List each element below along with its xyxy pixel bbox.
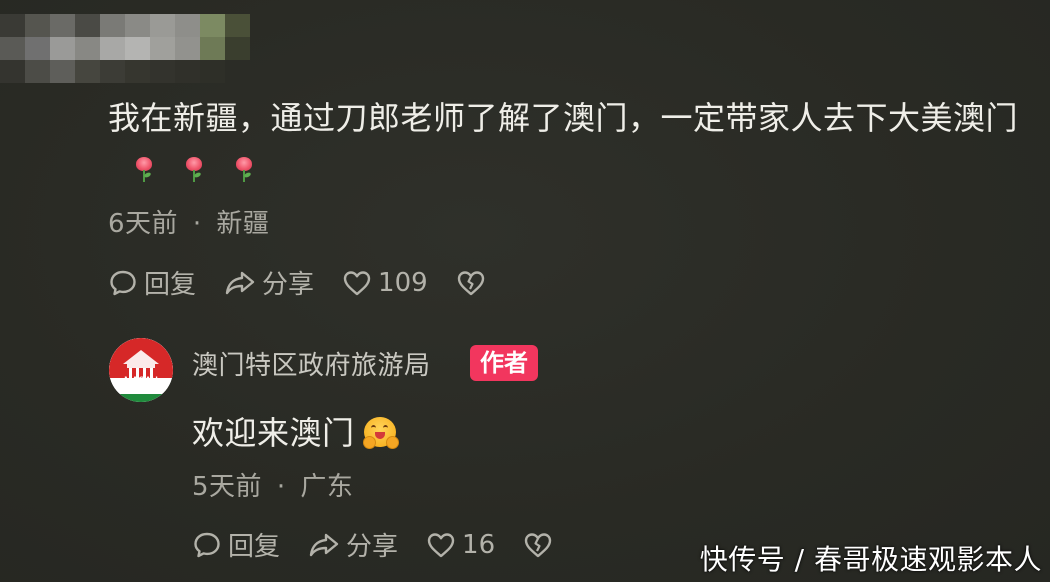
reply-meta: 5天前 · 广东	[192, 466, 353, 503]
reply-time: 5天前	[192, 472, 263, 502]
macau-tourism-logo: MACAU	[109, 338, 173, 402]
comment-time: 6天前	[108, 209, 179, 239]
share-label: 分享	[346, 532, 399, 562]
comment-bubble-icon	[110, 270, 136, 295]
reply-body: 欢迎来澳门	[192, 414, 355, 452]
heart-icon	[343, 270, 371, 295]
share-arrow-icon	[309, 533, 339, 556]
share-label: 分享	[262, 270, 315, 300]
rose-icon	[130, 155, 158, 185]
avatar-text: MACAU	[124, 375, 158, 385]
like-count: 109	[378, 267, 428, 298]
reply-label: 回复	[228, 532, 281, 562]
comment-screen: 我在新疆，通过刀郎老师了解了澳门，一定带家人去下大美澳门 6天前 · 新疆 回复…	[0, 0, 1050, 582]
reply-text: 欢迎来澳门	[192, 408, 399, 454]
meta-separator: ·	[276, 472, 286, 502]
like-button[interactable]: 109	[342, 268, 428, 298]
reply-button[interactable]: 回复	[192, 526, 280, 563]
author-badge: 作者	[470, 345, 538, 381]
comment-body: 我在新疆，通过刀郎老师了解了澳门，一定带家人去下大美澳门	[108, 99, 1019, 137]
share-arrow-icon	[225, 271, 255, 294]
hug-emoji-icon	[362, 416, 399, 450]
share-button[interactable]: 分享	[224, 264, 314, 301]
comment-actions: 回复 分享 109	[108, 264, 520, 301]
like-button[interactable]: 16	[426, 530, 495, 560]
rose-icon	[230, 155, 258, 185]
meta-separator: ·	[192, 209, 202, 239]
reply-label: 回复	[144, 270, 197, 300]
rose-icon	[180, 155, 208, 185]
comment-meta: 6天前 · 新疆	[108, 203, 269, 240]
dislike-button[interactable]	[456, 268, 492, 298]
comment-location: 新疆	[216, 209, 270, 239]
heart-icon	[427, 532, 455, 557]
broken-heart-icon	[524, 532, 552, 557]
broken-heart-icon	[457, 270, 484, 295]
comment-text: 我在新疆，通过刀郎老师了解了澳门，一定带家人去下大美澳门	[108, 92, 1028, 196]
reply-location: 广东	[300, 472, 354, 502]
blurred-username	[0, 14, 250, 84]
dislike-button[interactable]	[523, 530, 559, 560]
like-count: 16	[462, 529, 496, 560]
reply-author[interactable]: 澳门特区政府旅游局	[192, 345, 431, 382]
watermark: 快传号 / 春哥极速观影本人	[699, 543, 1042, 576]
comment-bubble-icon	[194, 532, 220, 557]
reply-button[interactable]: 回复	[108, 264, 196, 301]
avatar[interactable]: MACAU	[109, 338, 173, 402]
share-button[interactable]: 分享	[308, 526, 398, 563]
reply-actions: 回复 分享 16	[192, 526, 587, 563]
